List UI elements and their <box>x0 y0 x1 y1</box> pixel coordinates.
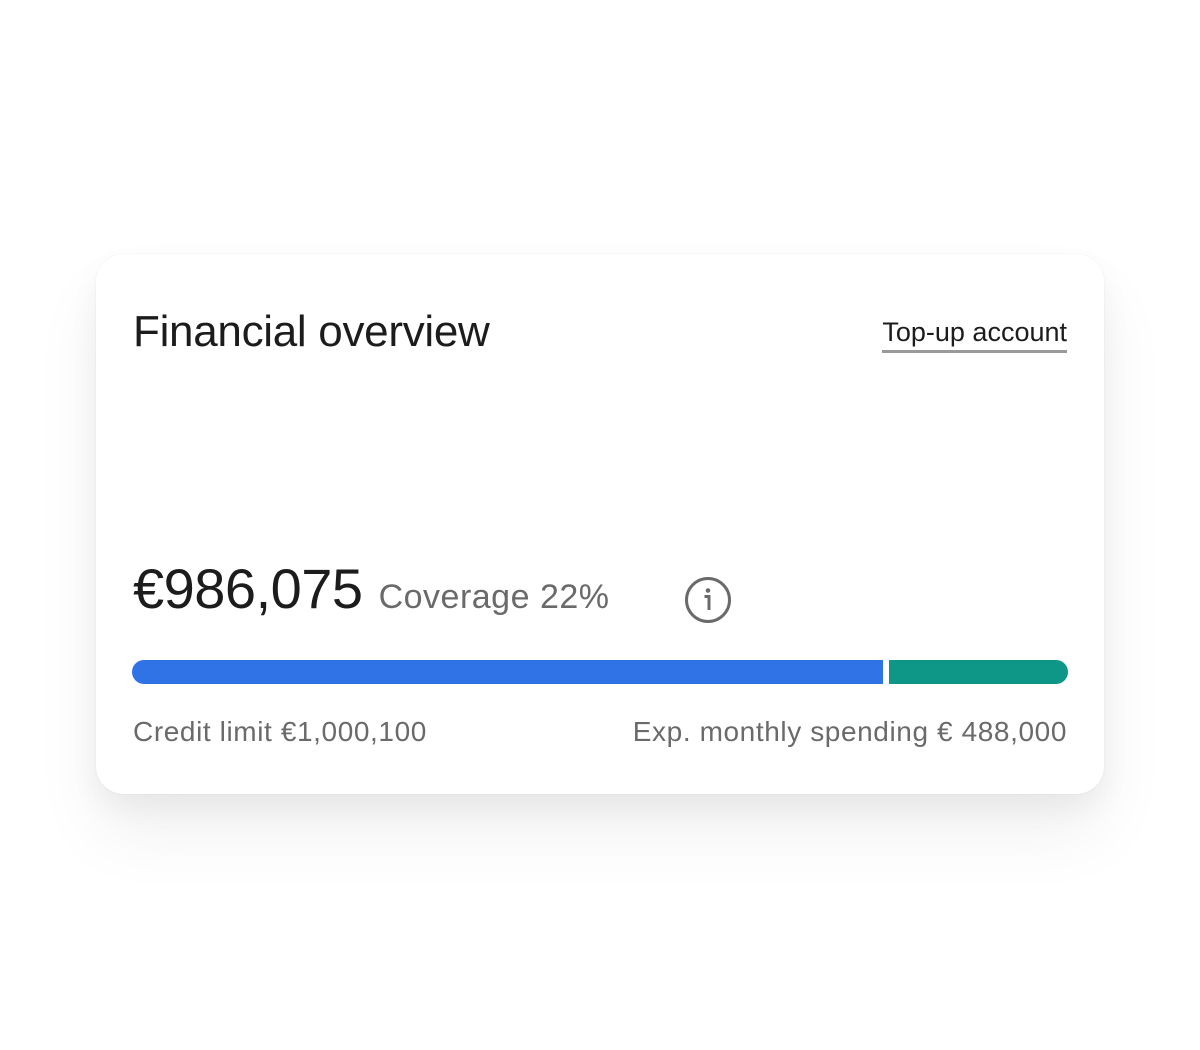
monthly-spending-label: Exp. monthly spending € 488,000 <box>632 716 1067 747</box>
top-up-account-link[interactable]: Top-up account <box>882 314 1067 353</box>
coverage-label: Coverage 22% <box>378 578 610 616</box>
spending-segment <box>889 660 1068 684</box>
credit-usage-bar <box>132 660 1068 684</box>
credit-segment <box>132 660 883 684</box>
card-title: Financial overview <box>133 307 490 356</box>
info-circle-icon[interactable] <box>684 576 732 624</box>
financial-overview-card: Financial overview Top-up account €986,0… <box>96 254 1104 794</box>
balance-amount: €986,075 <box>133 557 363 620</box>
credit-limit-label: Credit limit €1,000,100 <box>133 716 427 747</box>
balance-row: €986,075 Coverage 22% <box>133 554 610 624</box>
